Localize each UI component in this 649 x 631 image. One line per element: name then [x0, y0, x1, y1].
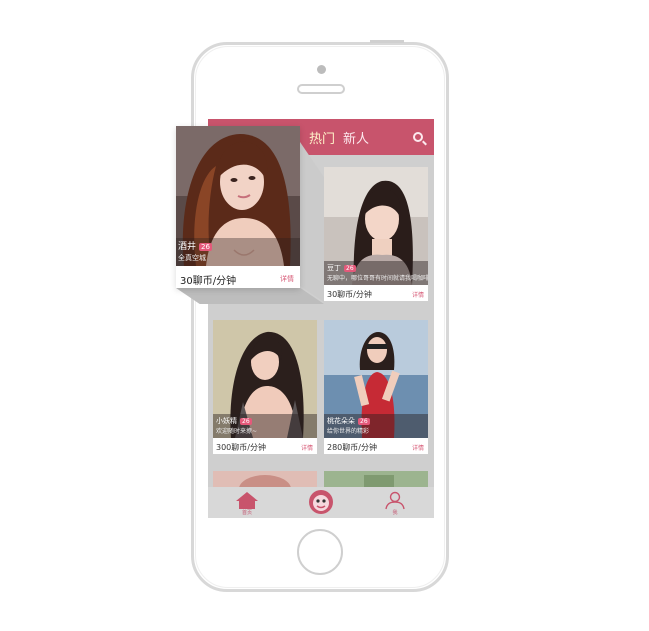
- nav-label: 我: [392, 510, 398, 516]
- power-button: [370, 40, 404, 43]
- nav-center[interactable]: [291, 487, 351, 518]
- profile-desc: 无聊中，哪位哥哥有时间就请我喝咖啡: [327, 275, 428, 282]
- profile-desc: 欢迎随时来撩~: [216, 428, 258, 435]
- profile-name: 小妖精: [216, 417, 237, 425]
- profile-card[interactable]: 豆丁 26 无聊中，哪位哥哥有时间就请我喝咖啡 30聊币/分钟 详情: [324, 167, 428, 301]
- nav-home[interactable]: 首页: [217, 487, 277, 518]
- bottom-nav: 首页 我: [208, 487, 434, 518]
- tab-hot[interactable]: 热门: [309, 128, 335, 147]
- stage: 热门 新人 豆丁 26 无聊中，哪位哥哥有时间就请我喝咖啡 30聊币/分钟 详情…: [0, 0, 649, 631]
- profile-photo: 桃花朵朵 26 给你世界的精彩: [324, 320, 428, 438]
- profile-photo: 酒井 26 全真空城: [176, 126, 300, 266]
- profile-name: 豆丁: [327, 264, 341, 272]
- front-camera: [317, 65, 326, 74]
- profile-card[interactable]: 桃花朵朵 26 给你世界的精彩 280聊币/分钟 详情: [324, 320, 428, 454]
- profile-name-row: 小妖精 26: [216, 416, 252, 426]
- age-badge: 26: [240, 418, 252, 425]
- profile-name: 桃花朵朵: [327, 417, 355, 425]
- price: 30聊币/分钟: [180, 276, 237, 287]
- price-row: 300聊币/分钟 详情: [213, 438, 317, 454]
- price: 300聊币/分钟: [216, 443, 266, 452]
- price-row: 280聊币/分钟 详情: [324, 438, 428, 454]
- age-badge: 26: [199, 243, 212, 251]
- profile-name: 酒井: [178, 242, 197, 252]
- card-3d-bottom: [176, 288, 324, 304]
- detail-link[interactable]: 详情: [301, 443, 313, 452]
- featured-profile-card[interactable]: 酒井 26 全真空城 30聊币/分钟 详情: [176, 126, 300, 288]
- age-badge: 26: [344, 265, 356, 272]
- profile-desc: 给你世界的精彩: [327, 428, 370, 435]
- profile-desc: 全真空城: [178, 254, 206, 262]
- mascot-icon: [309, 490, 333, 514]
- tab-new[interactable]: 新人: [343, 128, 369, 147]
- price: 30聊币/分钟: [327, 290, 372, 299]
- profile-photo: 豆丁 26 无聊中，哪位哥哥有时间就请我喝咖啡: [324, 167, 428, 285]
- price-row: 30聊币/分钟 详情: [324, 285, 428, 301]
- profile-name-row: 豆丁 26: [327, 263, 356, 273]
- home-button[interactable]: [297, 529, 343, 575]
- nav-me[interactable]: 我: [365, 487, 425, 518]
- age-badge: 26: [358, 418, 370, 425]
- profile-name-row: 桃花朵朵 26: [327, 416, 370, 426]
- price: 280聊币/分钟: [327, 443, 377, 452]
- profile-card[interactable]: 小妖精 26 欢迎随时来撩~ 300聊币/分钟 详情: [213, 320, 317, 454]
- nav-label: 首页: [241, 510, 252, 516]
- detail-link[interactable]: 详情: [412, 443, 424, 452]
- detail-link[interactable]: 详情: [412, 290, 424, 299]
- profile-photo: 小妖精 26 欢迎随时来撩~: [213, 320, 317, 438]
- detail-link[interactable]: 详情: [280, 274, 294, 284]
- profile-name-row: 酒井 26: [178, 239, 212, 252]
- earpiece-speaker: [297, 84, 345, 94]
- search-icon[interactable]: [413, 132, 423, 142]
